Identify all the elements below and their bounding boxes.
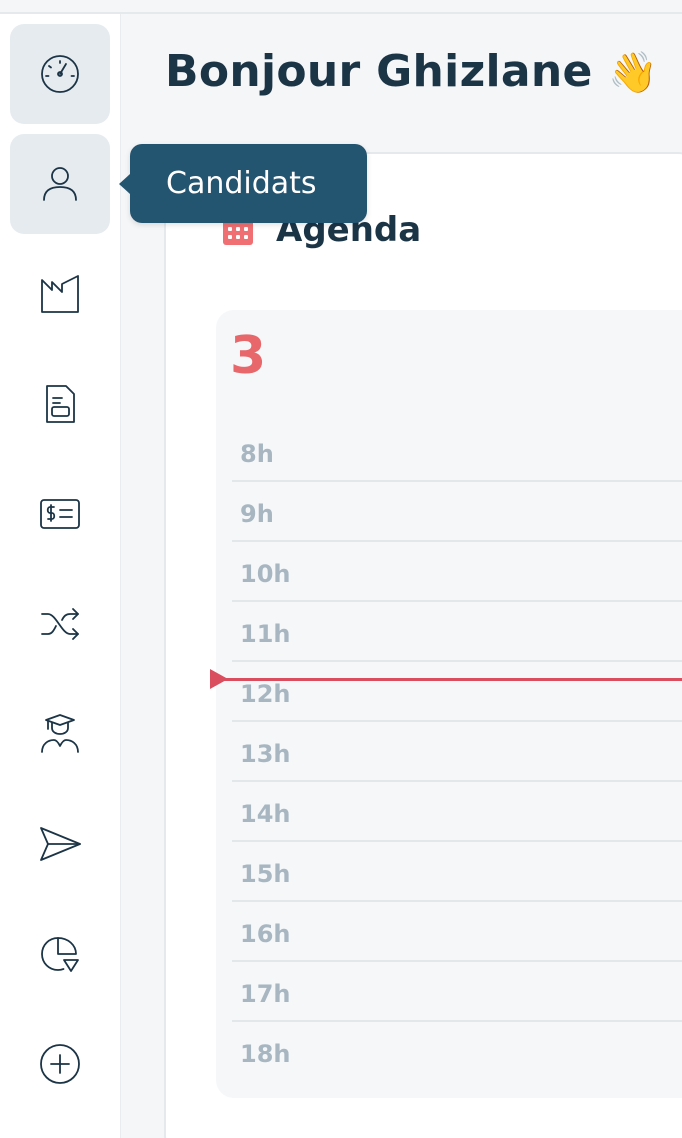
pie-chart-icon: [41, 937, 79, 972]
sidebar-tooltip: Candidats: [119, 144, 367, 223]
sidebar-item-entreprises[interactable]: [10, 244, 110, 344]
add-circle-icon: [40, 1044, 80, 1084]
hour-slot[interactable]: 8h: [232, 422, 682, 482]
document-icon: [46, 385, 75, 423]
hour-label: 9h: [240, 500, 274, 528]
hour-label: 13h: [240, 740, 291, 768]
wave-emoji: 👋: [608, 50, 659, 96]
hour-label: 17h: [240, 980, 291, 1008]
greeting-text: Bonjour Ghizlane: [165, 46, 593, 97]
hour-slot[interactable]: 10h: [232, 542, 682, 602]
hour-slot[interactable]: 13h: [232, 722, 682, 782]
hour-slot[interactable]: 9h: [232, 482, 682, 542]
current-time-line: [218, 678, 682, 681]
hour-slot[interactable]: 14h: [232, 782, 682, 842]
user-icon: [43, 167, 77, 201]
sidebar-item-matching[interactable]: [10, 574, 110, 674]
tooltip-label: Candidats: [166, 166, 317, 201]
hour-label: 16h: [240, 920, 291, 948]
hour-slot[interactable]: 15h: [232, 842, 682, 902]
sidebar-item-dashboard[interactable]: [10, 24, 110, 124]
sidebar-item-add[interactable]: [10, 1014, 110, 1114]
hour-slot[interactable]: 18h: [232, 1022, 682, 1082]
page-title: Bonjour Ghizlane 👋: [165, 46, 658, 97]
dashboard-icon: [41, 55, 79, 93]
hour-label: 11h: [240, 620, 291, 648]
hour-label: 14h: [240, 800, 291, 828]
sidebar-item-formation[interactable]: [10, 684, 110, 784]
hour-slot[interactable]: 17h: [232, 962, 682, 1022]
sidebar-item-finance[interactable]: [10, 464, 110, 564]
sidebar-item-candidats[interactable]: [10, 134, 110, 234]
factory-icon: [41, 275, 79, 313]
sidebar-item-documents[interactable]: [10, 354, 110, 454]
hour-label: 8h: [240, 440, 274, 468]
current-time-indicator: [210, 669, 682, 689]
sidebar-item-statistiques[interactable]: [10, 904, 110, 1004]
hour-label: 10h: [240, 560, 291, 588]
hour-label: 18h: [240, 1040, 291, 1068]
graduate-icon: [41, 714, 79, 753]
day-number[interactable]: 3: [230, 326, 266, 386]
send-icon: [40, 827, 81, 861]
hour-slot[interactable]: 16h: [232, 902, 682, 962]
hour-slot[interactable]: 11h: [232, 602, 682, 662]
invoice-icon: [40, 499, 80, 529]
hour-label: 15h: [240, 860, 291, 888]
sidebar-item-messages[interactable]: [10, 794, 110, 894]
shuffle-icon: [41, 608, 79, 640]
